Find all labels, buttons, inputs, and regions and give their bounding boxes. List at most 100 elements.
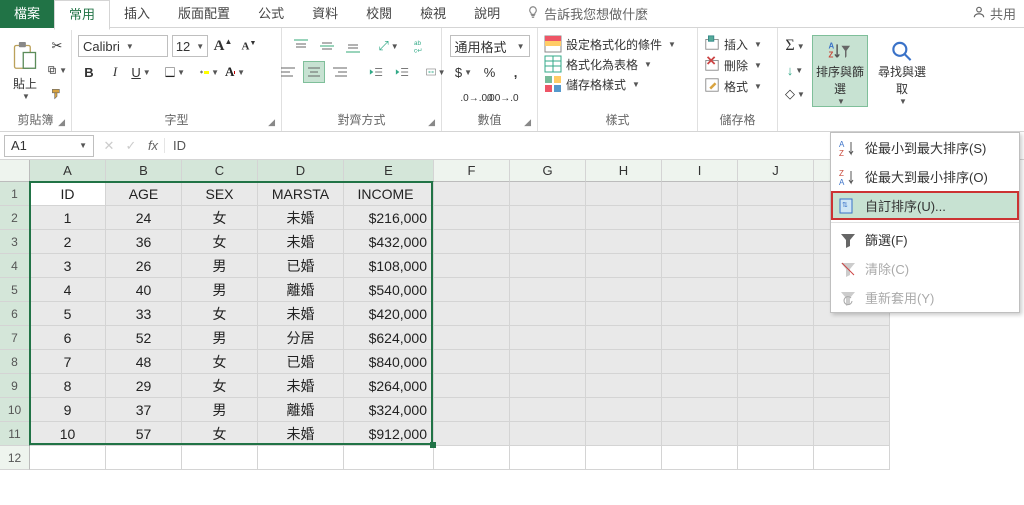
column-header-J[interactable]: J (738, 160, 814, 182)
cell-E7[interactable]: $624,000 (344, 326, 434, 350)
cell-I5[interactable] (662, 278, 738, 302)
comma-button[interactable]: , (505, 61, 527, 83)
format-cells-button[interactable]: 格式▼ (704, 77, 762, 96)
insert-cells-button[interactable]: 插入▼ (704, 35, 762, 54)
cell-B7[interactable]: 52 (106, 326, 182, 350)
cell-I3[interactable] (662, 230, 738, 254)
tab-home[interactable]: 常用 (54, 0, 110, 30)
cell-C4[interactable]: 男 (182, 254, 258, 278)
cell-A10[interactable]: 9 (30, 398, 106, 422)
border-button[interactable]: ▼ (164, 61, 186, 83)
cell-B2[interactable]: 24 (106, 206, 182, 230)
format-as-table-button[interactable]: 格式化為表格▼ (544, 55, 652, 73)
cell-C10[interactable]: 男 (182, 398, 258, 422)
column-header-C[interactable]: C (182, 160, 258, 182)
increase-font-button[interactable]: A▲ (212, 35, 234, 57)
cell-H7[interactable] (586, 326, 662, 350)
tab-data[interactable]: 資料 (298, 0, 352, 28)
cell-F6[interactable] (434, 302, 510, 326)
cell-F1[interactable] (434, 182, 510, 206)
sort-ascending-item[interactable]: AZ 從最小到最大排序(S) (831, 133, 1019, 162)
cell-E8[interactable]: $840,000 (344, 350, 434, 374)
fill-color-button[interactable]: ▼ (198, 61, 220, 83)
autosum-button[interactable]: Σ▼ (784, 35, 806, 57)
tellme-search[interactable]: 告訴我您想做什麼 (526, 4, 648, 23)
cell-K8[interactable] (814, 350, 890, 374)
tab-file[interactable]: 檔案 (0, 0, 54, 28)
wrap-text-button[interactable]: abc↵ (412, 35, 434, 57)
cell-I2[interactable] (662, 206, 738, 230)
cell-F8[interactable] (434, 350, 510, 374)
cell-H9[interactable] (586, 374, 662, 398)
row-header-10[interactable]: 10 (0, 398, 30, 422)
font-size-combo[interactable]: 12▼ (172, 35, 208, 57)
cell-B8[interactable]: 48 (106, 350, 182, 374)
number-format-combo[interactable]: 通用格式▼ (450, 35, 530, 57)
cell-I11[interactable] (662, 422, 738, 446)
cell-A2[interactable]: 1 (30, 206, 106, 230)
cell-J9[interactable] (738, 374, 814, 398)
cell-H4[interactable] (586, 254, 662, 278)
row-header-5[interactable]: 5 (0, 278, 30, 302)
conditional-formatting-button[interactable]: 設定格式化的條件▼ (544, 35, 676, 53)
cell-A7[interactable]: 6 (30, 326, 106, 350)
cell-D11[interactable]: 未婚 (258, 422, 344, 446)
filter-item[interactable]: 篩選(F) (831, 225, 1019, 254)
cell-K11[interactable] (814, 422, 890, 446)
cell-B1[interactable]: AGE (106, 182, 182, 206)
bold-button[interactable]: B (78, 61, 100, 83)
column-header-D[interactable]: D (258, 160, 344, 182)
decrease-decimal-button[interactable]: .00→.0 (492, 87, 514, 109)
cell-G2[interactable] (510, 206, 586, 230)
cell-C2[interactable]: 女 (182, 206, 258, 230)
cell-K12[interactable] (814, 446, 890, 470)
cell-C3[interactable]: 女 (182, 230, 258, 254)
cell-E3[interactable]: $432,000 (344, 230, 434, 254)
cell-A8[interactable]: 7 (30, 350, 106, 374)
row-header-9[interactable]: 9 (0, 374, 30, 398)
cell-E2[interactable]: $216,000 (344, 206, 434, 230)
column-header-F[interactable]: F (434, 160, 510, 182)
copy-button[interactable]: ▼ (46, 59, 68, 81)
cell-J1[interactable] (738, 182, 814, 206)
row-header-8[interactable]: 8 (0, 350, 30, 374)
row-header-12[interactable]: 12 (0, 446, 30, 470)
align-top-button[interactable] (290, 35, 312, 57)
italic-button[interactable]: I (104, 61, 126, 83)
cell-D2[interactable]: 未婚 (258, 206, 344, 230)
cell-E11[interactable]: $912,000 (344, 422, 434, 446)
column-header-B[interactable]: B (106, 160, 182, 182)
cell-B12[interactable] (106, 446, 182, 470)
row-header-3[interactable]: 3 (0, 230, 30, 254)
font-name-combo[interactable]: Calibri▼ (78, 35, 168, 57)
align-middle-button[interactable] (316, 35, 338, 57)
cell-H6[interactable] (586, 302, 662, 326)
cell-J6[interactable] (738, 302, 814, 326)
cancel-formula-button[interactable]: ✕ (98, 138, 120, 154)
row-header-1[interactable]: 1 (0, 182, 30, 206)
cell-J7[interactable] (738, 326, 814, 350)
select-all-corner[interactable] (0, 160, 30, 182)
cell-H10[interactable] (586, 398, 662, 422)
cell-D10[interactable]: 離婚 (258, 398, 344, 422)
enter-formula-button[interactable]: ✓ (120, 138, 142, 154)
cell-G7[interactable] (510, 326, 586, 350)
cell-B11[interactable]: 57 (106, 422, 182, 446)
cell-F9[interactable] (434, 374, 510, 398)
cell-H3[interactable] (586, 230, 662, 254)
cell-E1[interactable]: INCOME (344, 182, 434, 206)
cell-H5[interactable] (586, 278, 662, 302)
cell-J3[interactable] (738, 230, 814, 254)
cell-G3[interactable] (510, 230, 586, 254)
insert-function-button[interactable]: fx (142, 138, 164, 153)
cell-J8[interactable] (738, 350, 814, 374)
cell-D9[interactable]: 未婚 (258, 374, 344, 398)
cell-E6[interactable]: $420,000 (344, 302, 434, 326)
cell-J5[interactable] (738, 278, 814, 302)
cell-B4[interactable]: 26 (106, 254, 182, 278)
dialog-launcher-icon[interactable]: ◢ (428, 117, 435, 128)
cell-G11[interactable] (510, 422, 586, 446)
cell-K9[interactable] (814, 374, 890, 398)
cell-A5[interactable]: 4 (30, 278, 106, 302)
cell-C11[interactable]: 女 (182, 422, 258, 446)
